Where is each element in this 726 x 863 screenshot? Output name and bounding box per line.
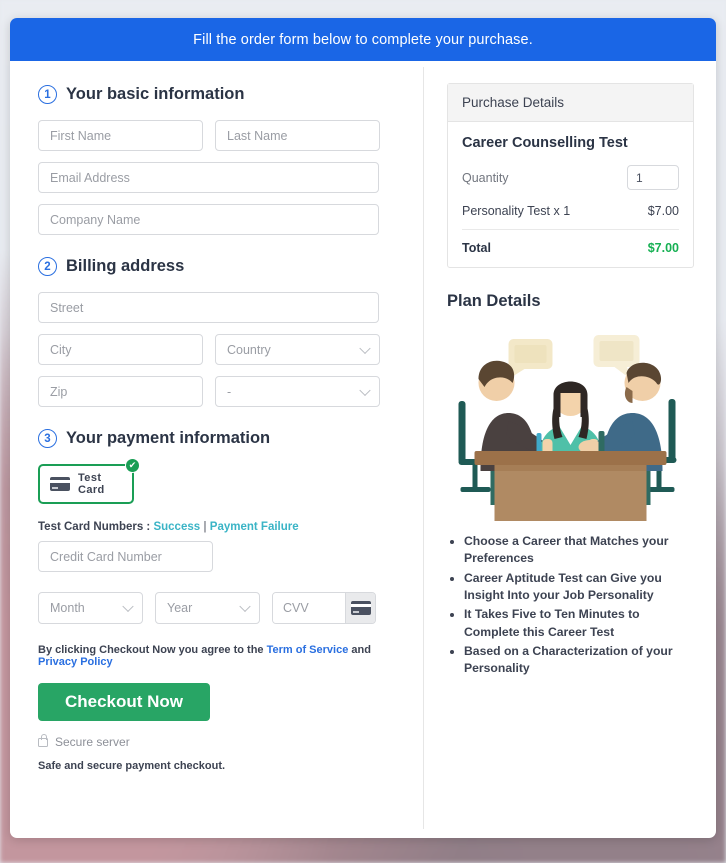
total-price: $7.00	[647, 241, 679, 255]
list-item: Choose a Career that Matches your Prefer…	[464, 533, 694, 568]
column-divider	[423, 67, 424, 829]
secure-server-label: Secure server	[55, 735, 130, 749]
purchase-details-box: Purchase Details Career Counselling Test…	[447, 83, 694, 268]
test-card-option[interactable]: Test Card ✔	[38, 458, 140, 504]
lock-icon	[38, 733, 48, 747]
privacy-policy-link[interactable]: Privacy Policy	[38, 656, 113, 668]
summary-panel: Purchase Details Career Counselling Test…	[423, 61, 716, 838]
list-item: Career Aptitude Test can Give you Insigh…	[464, 570, 694, 605]
total-row: Total $7.00	[462, 230, 679, 255]
terms-prefix: By clicking Checkout Now you agree to th…	[38, 644, 267, 656]
expiry-year-select[interactable]: Year	[155, 592, 260, 624]
state-select[interactable]: -	[215, 376, 380, 407]
email-row: Email Address	[38, 162, 395, 193]
checkout-now-button[interactable]: Checkout Now	[38, 683, 210, 721]
expiry-cvv-row: Month Year CVV	[38, 592, 395, 624]
quantity-label: Quantity	[462, 170, 509, 185]
purchase-details-header: Purchase Details	[448, 84, 693, 122]
section-payment-information-title: Your payment information	[66, 429, 271, 447]
purchase-details-body: Career Counselling Test Quantity 1 Perso…	[448, 122, 693, 267]
expiry-month-select[interactable]: Month	[38, 592, 143, 624]
cvv-help-button[interactable]	[345, 593, 375, 623]
three-people-meeting-illustration	[458, 335, 677, 521]
company-name-input[interactable]: Company Name	[38, 204, 379, 235]
terms-agreement-text: By clicking Checkout Now you agree to th…	[38, 644, 395, 668]
chevron-down-icon	[239, 600, 251, 613]
test-card-numbers-line: Test Card Numbers : Success | Payment Fa…	[38, 521, 395, 533]
street-input[interactable]: Street	[38, 292, 379, 323]
zip-state-row: Zip -	[38, 376, 395, 407]
banner-text: Fill the order form below to complete yo…	[193, 31, 533, 48]
expiry-year-value: Year	[167, 601, 193, 615]
test-card-success-link[interactable]: Success	[153, 521, 200, 533]
credit-card-number-input[interactable]: Credit Card Number	[38, 541, 213, 572]
plan-details-title: Plan Details	[447, 292, 541, 310]
terms-middle: and	[348, 644, 371, 656]
product-name: Career Counselling Test	[462, 135, 628, 151]
test-card-numbers-label: Test Card Numbers :	[38, 521, 151, 533]
first-name-input[interactable]: First Name	[38, 120, 203, 151]
section-payment-information-header: 3 Your payment information	[38, 429, 395, 448]
quantity-input[interactable]: 1	[627, 165, 679, 190]
zip-input[interactable]: Zip	[38, 376, 203, 407]
company-row: Company Name	[38, 204, 395, 235]
section-billing-address-header: 2 Billing address	[38, 257, 395, 276]
step-number-3: 3	[38, 429, 57, 448]
country-select[interactable]: Country	[215, 334, 380, 365]
quantity-row: Quantity 1	[462, 165, 679, 190]
cvv-input[interactable]: CVV	[273, 593, 345, 623]
step-number-1: 1	[38, 85, 57, 104]
term-of-service-link[interactable]: Term of Service	[267, 644, 349, 656]
last-name-input[interactable]: Last Name	[215, 120, 380, 151]
email-input[interactable]: Email Address	[38, 162, 379, 193]
selected-check-icon: ✔	[125, 458, 140, 473]
order-form: 1 Your basic information First Name Last…	[10, 61, 423, 838]
test-card-link-separator: |	[203, 521, 207, 533]
total-label: Total	[462, 241, 491, 255]
section-billing-address-title: Billing address	[66, 257, 185, 275]
safe-checkout-note: Safe and secure payment checkout.	[38, 760, 226, 772]
secure-server-note: Secure server	[38, 733, 395, 749]
section-basic-information-header: 1 Your basic information	[38, 85, 395, 104]
expiry-month-value: Month	[50, 601, 85, 615]
test-card-label: Test Card	[78, 472, 105, 496]
list-item: It Takes Five to Ten Minutes to Complete…	[464, 606, 694, 641]
section-basic-information-title: Your basic information	[66, 85, 245, 103]
chevron-down-icon	[122, 600, 134, 613]
city-input[interactable]: City	[38, 334, 203, 365]
page-banner: Fill the order form below to complete yo…	[10, 18, 716, 61]
cvv-field-group: CVV	[272, 592, 376, 624]
line-item-label: Personality Test x 1	[462, 204, 571, 218]
chevron-down-icon	[359, 342, 371, 354]
step-number-2: 2	[38, 257, 57, 276]
name-row: First Name Last Name	[38, 120, 395, 151]
city-country-row: City Country	[38, 334, 395, 365]
country-select-value: Country	[227, 342, 271, 357]
chevron-down-icon	[359, 384, 371, 396]
credit-card-icon	[50, 477, 70, 491]
street-row: Street	[38, 292, 395, 323]
card-body: 1 Your basic information First Name Last…	[10, 61, 716, 838]
list-item: Based on a Characterization of your Pers…	[464, 643, 694, 678]
checkout-card: Fill the order form below to complete yo…	[10, 18, 716, 838]
credit-card-icon	[350, 601, 371, 615]
plan-benefits-list: Choose a Career that Matches your Prefer…	[447, 533, 694, 678]
state-select-value: -	[227, 384, 232, 399]
test-card-failure-link[interactable]: Payment Failure	[210, 521, 299, 533]
line-item-row: Personality Test x 1 $7.00	[462, 204, 679, 230]
line-item-price: $7.00	[647, 204, 679, 218]
